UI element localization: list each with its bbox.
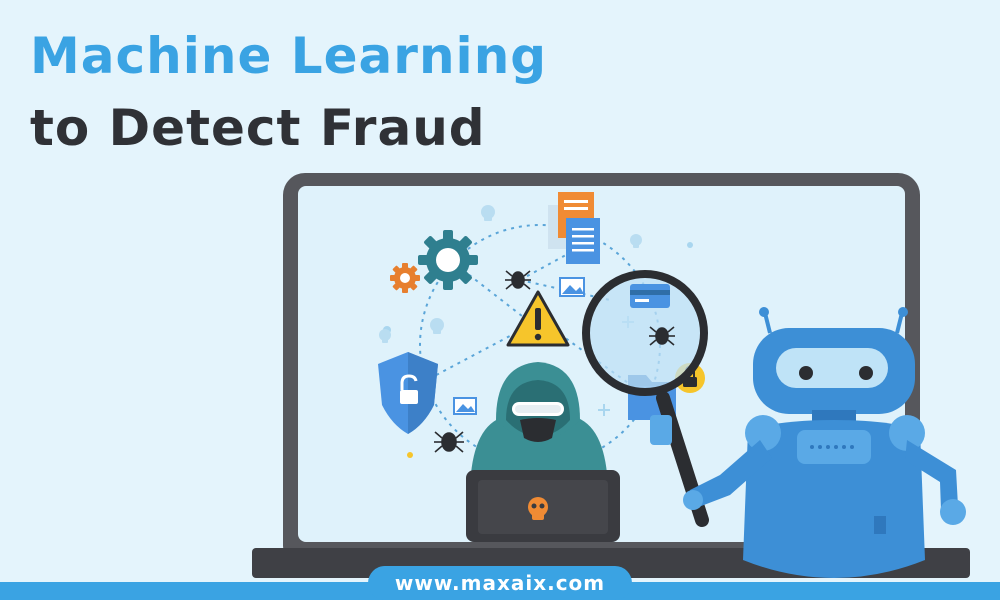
- title-line-1: Machine Learning: [30, 27, 548, 85]
- credit-card-icon: [630, 284, 670, 308]
- gear-small-icon: [390, 263, 420, 293]
- title-line-2: to Detect Fraud: [30, 99, 486, 157]
- website-url-link[interactable]: www.maxaix.com: [368, 566, 632, 600]
- banner: Machine Learning to Detect Fraud www.max…: [0, 0, 1000, 600]
- illustration-scene: [0, 0, 1000, 600]
- gear-icon: [418, 230, 478, 290]
